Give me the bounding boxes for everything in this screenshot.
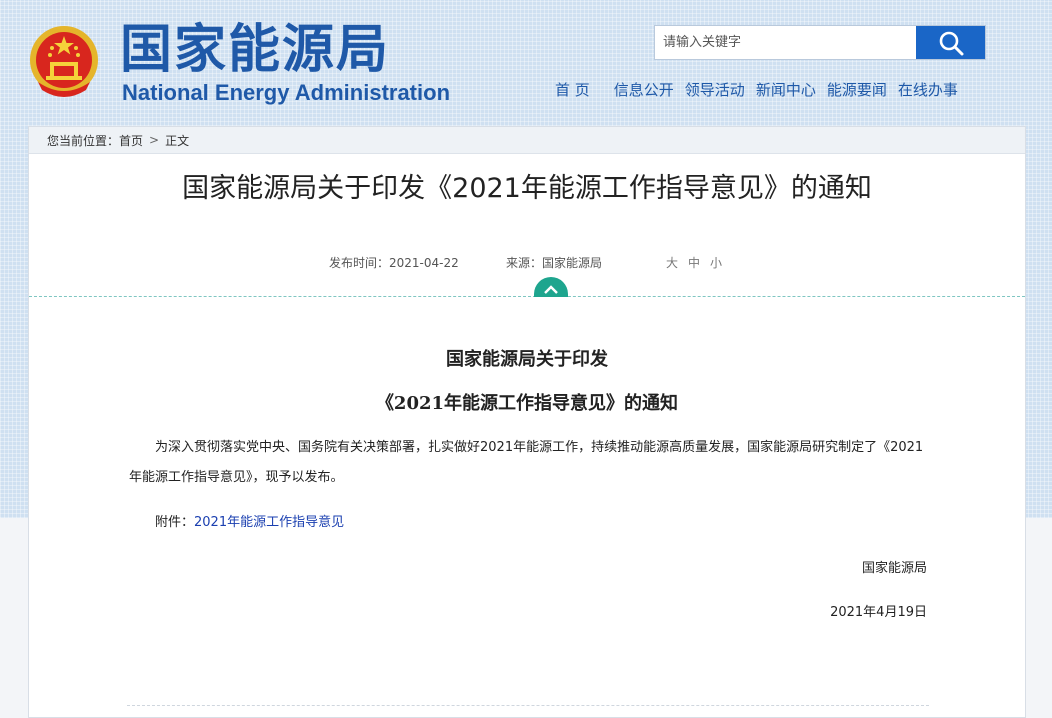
main-nav: 首 页 信息公开 领导活动 新闻中心 能源要闻 在线办事 (555, 79, 969, 101)
nav-item-leadership[interactable]: 领导活动 (685, 79, 745, 101)
breadcrumb-home-link[interactable]: 首页 (119, 132, 143, 149)
search-input[interactable] (655, 26, 916, 59)
font-size-large-button[interactable]: 大 (661, 254, 683, 271)
article-card: 您当前位置： 首页 > 正文 国家能源局关于印发《2021年能源工作指导意见》的… (28, 126, 1026, 718)
article-meta: 发布时间：2021-04-22 来源：国家能源局 大 中 小 (29, 254, 1025, 272)
document-body: 为深入贯彻落实党中央、国务院有关决策部署，扎实做好2021年能源工作，持续推动能… (129, 433, 929, 493)
attachment-link[interactable]: 2021年能源工作指导意见 (194, 515, 344, 530)
publish-date: 发布时间：2021-04-22 (329, 256, 459, 270)
breadcrumb: 您当前位置： 首页 > 正文 (29, 127, 1025, 154)
national-emblem-icon[interactable] (28, 24, 100, 100)
site-logo-english[interactable]: National Energy Administration (122, 79, 450, 107)
nav-item-home[interactable]: 首 页 (555, 79, 590, 101)
content-divider (29, 296, 1025, 297)
font-size-small-button[interactable]: 小 (705, 254, 727, 271)
document-title-line2: 《2021年能源工作指导意见》的通知 (375, 393, 679, 414)
nav-item-energy-news[interactable]: 能源要闻 (827, 79, 887, 101)
chevron-up-icon (544, 285, 558, 294)
font-size-medium-button[interactable]: 中 (683, 254, 705, 271)
footer-divider (127, 705, 929, 706)
search-button[interactable] (916, 26, 985, 59)
collapse-toggle-button[interactable] (534, 277, 568, 297)
font-size-switcher: 大 中 小 (661, 254, 727, 271)
nav-item-news[interactable]: 新闻中心 (756, 79, 816, 101)
article-source: 来源：国家能源局 (506, 256, 603, 270)
page-title: 国家能源局关于印发《2021年能源工作指导意见》的通知 (182, 173, 872, 204)
document-date: 2021年4月19日 (830, 605, 927, 620)
attachment-row: 附件：2021年能源工作指导意见 (155, 511, 344, 530)
document-signature: 国家能源局 (861, 561, 927, 576)
nav-item-online-services[interactable]: 在线办事 (898, 79, 958, 101)
breadcrumb-current[interactable]: 正文 (165, 132, 189, 149)
document-paragraph: 为深入贯彻落实党中央、国务院有关决策部署，扎实做好2021年能源工作，持续推动能… (129, 440, 924, 485)
site-logo-chinese[interactable]: 国家能源局 (120, 20, 390, 80)
search-bar (654, 25, 986, 60)
breadcrumb-separator: > (149, 133, 160, 147)
document-title-line1: 国家能源局关于印发 (446, 349, 608, 370)
search-icon (939, 31, 963, 55)
breadcrumb-prefix: 您当前位置： (47, 133, 120, 148)
nav-item-info-disclosure[interactable]: 信息公开 (614, 79, 674, 101)
attachment-label: 附件： (155, 515, 195, 530)
